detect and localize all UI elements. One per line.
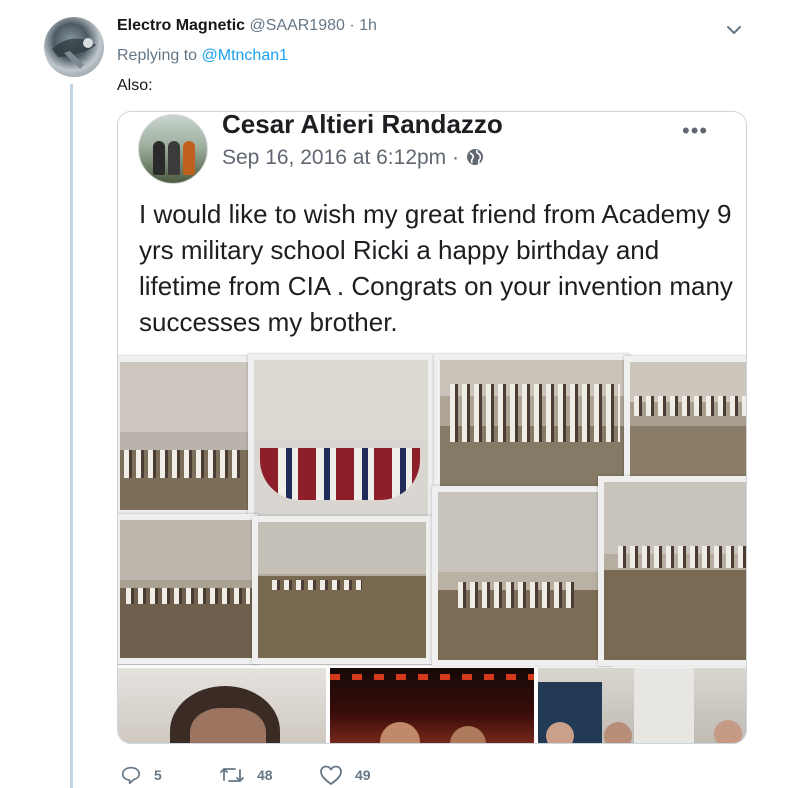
chevron-down-icon[interactable]: [722, 18, 746, 42]
fb-post-date: Sep 16, 2016 at 6:12pm: [222, 146, 447, 169]
like-count: 49: [355, 767, 371, 783]
reply-count: 5: [154, 767, 162, 783]
replying-to: Replying to @Mtnchan1: [117, 47, 288, 65]
replying-to-link[interactable]: @Mtnchan1: [202, 47, 289, 64]
header-separator: ·: [349, 17, 355, 34]
author-handle[interactable]: @SAAR1980: [249, 17, 344, 34]
photo-field-1: [118, 514, 258, 664]
replying-prefix: Replying to: [117, 47, 198, 64]
photo-stage: [330, 668, 534, 743]
author-avatar[interactable]: [44, 17, 104, 77]
photo-marchers-1: [118, 356, 254, 516]
fb-meta-separator: ·: [452, 146, 460, 169]
thread-line: [70, 84, 73, 788]
photo-field-3: [432, 486, 612, 666]
tweet-header: Electro Magnetic @SAAR1980 · 1h: [117, 17, 377, 35]
fb-post-text: I would like to wish my great friend fro…: [139, 199, 733, 337]
tweet-time[interactable]: 1h: [359, 17, 377, 34]
retweet-icon[interactable]: [219, 764, 245, 786]
photo-stand: [248, 354, 434, 524]
heart-icon[interactable]: [319, 764, 343, 786]
photo-event: [538, 668, 746, 743]
like-action[interactable]: 49: [319, 764, 371, 786]
globe-icon: [465, 147, 485, 173]
fb-more-icon: •••: [682, 118, 709, 143]
fb-post-author: Cesar Altieri Randazzo: [222, 111, 503, 139]
retweet-count: 48: [257, 767, 273, 783]
fb-post-meta: Sep 16, 2016 at 6:12pm ·: [222, 146, 485, 173]
fb-profile-avatar: [138, 114, 208, 184]
reply-action[interactable]: 5: [120, 764, 162, 786]
photo-marchers-2: [434, 354, 630, 492]
photo-field-4: [598, 476, 746, 666]
photo-marchers-3: [624, 356, 746, 482]
embedded-image-card[interactable]: Cesar Altieri Randazzo Sep 16, 2016 at 6…: [117, 111, 747, 744]
tweet-text: Also:: [117, 77, 153, 94]
photo-collage: [118, 354, 746, 666]
photo-field-2: [252, 516, 432, 664]
author-name[interactable]: Electro Magnetic: [117, 17, 245, 34]
photo-portrait: [118, 668, 326, 743]
retweet-action[interactable]: 48: [219, 764, 273, 786]
reply-icon[interactable]: [120, 764, 142, 786]
